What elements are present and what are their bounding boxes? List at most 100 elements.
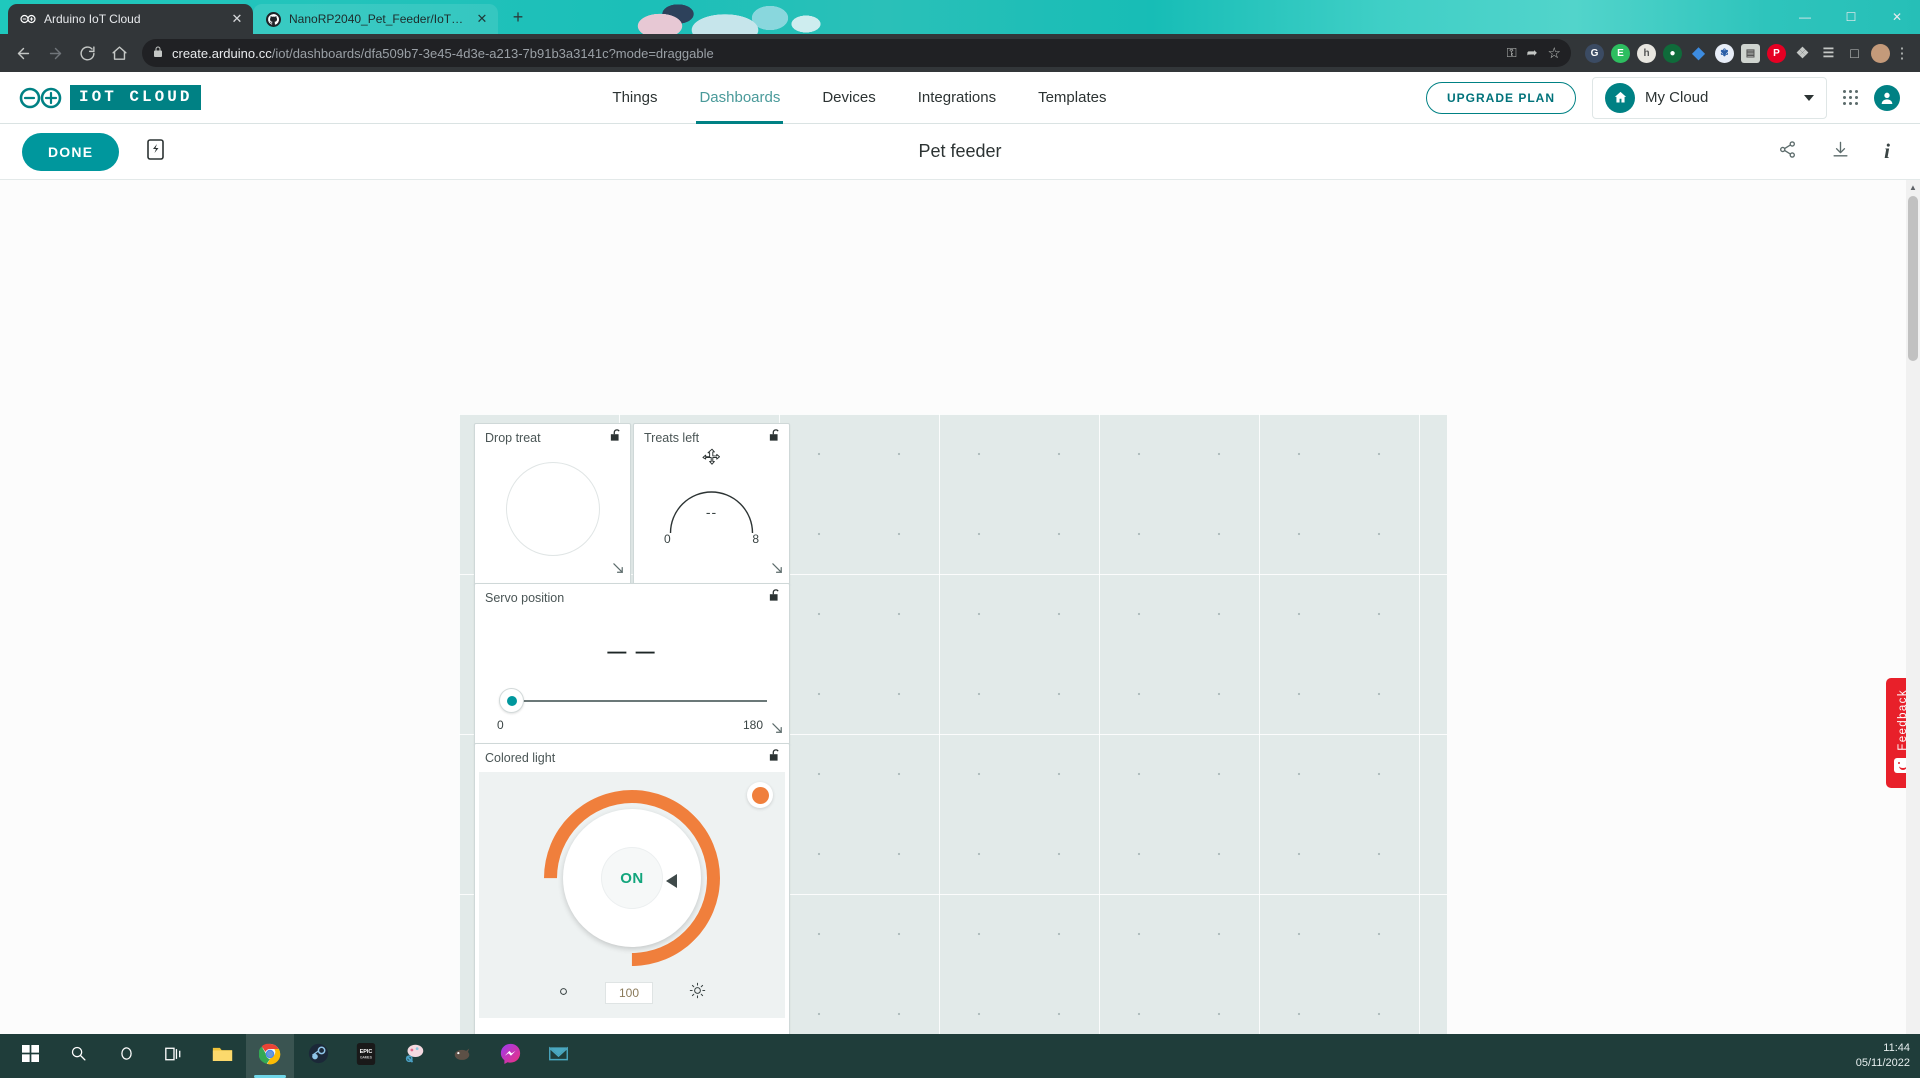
browser-tab-github[interactable]: NanoRP2040_Pet_Feeder/IoTClou ✕ <box>253 4 498 34</box>
color-wheel[interactable]: ON <box>544 790 720 966</box>
messenger-button[interactable] <box>486 1034 534 1078</box>
forward-icon[interactable] <box>40 38 70 68</box>
share-page-icon[interactable]: ➦ <box>1527 45 1538 61</box>
color-wheel-pointer-icon[interactable] <box>666 874 677 888</box>
honey-extension-icon[interactable]: h <box>1637 44 1656 63</box>
widget-colored-light[interactable]: Colored light ON 100 <box>474 743 790 1066</box>
close-icon[interactable]: ✕ <box>229 11 245 27</box>
home-icon[interactable] <box>104 38 134 68</box>
browser-menu-icon[interactable]: ⋮ <box>1892 44 1912 62</box>
bookmark-star-icon[interactable]: ☆ <box>1548 44 1561 62</box>
thunderbird-button[interactable] <box>534 1034 582 1078</box>
mobile-preview-icon[interactable] <box>147 139 164 165</box>
widget-drop-treat[interactable]: Drop treat <box>474 423 631 585</box>
url-bar[interactable]: create.arduino.cc/iot/dashboards/dfa509b… <box>142 39 1571 67</box>
sidebar-toggle-icon[interactable]: □ <box>1845 44 1864 63</box>
cortana-button[interactable] <box>102 1034 150 1078</box>
nav-item-things[interactable]: Things <box>591 72 678 124</box>
green-circle-extension-icon[interactable]: ● <box>1663 44 1682 63</box>
profile-avatar-icon[interactable] <box>1871 44 1890 63</box>
vertical-scrollbar[interactable]: ▲ ▼ <box>1906 180 1920 1078</box>
resize-handle-icon[interactable] <box>612 562 625 580</box>
window-controls: — ☐ ✕ <box>1782 0 1920 34</box>
arduino-logo[interactable]: IOT CLOUD <box>18 85 201 110</box>
widget-title: Drop treat <box>485 431 610 445</box>
unity-button[interactable] <box>438 1034 486 1078</box>
paint-button[interactable] <box>390 1034 438 1078</box>
back-icon[interactable] <box>8 38 38 68</box>
url-actions: ⚿ ➦ ☆ <box>1507 44 1561 62</box>
scroll-up-arrow-icon[interactable]: ▲ <box>1906 180 1920 194</box>
reload-icon[interactable] <box>72 38 102 68</box>
upgrade-plan-button[interactable]: UPGRADE PLAN <box>1426 82 1576 114</box>
widget-servo-position[interactable]: Servo position — — 0 180 <box>474 583 790 745</box>
file-explorer-button[interactable] <box>198 1034 246 1078</box>
nav-item-dashboards[interactable]: Dashboards <box>678 72 801 124</box>
image-extension-icon[interactable]: ▤ <box>1741 44 1760 63</box>
large-brightness-icon[interactable] <box>689 982 706 1004</box>
grammarly-extension-icon[interactable]: G <box>1585 44 1604 63</box>
unlocked-padlock-icon[interactable] <box>769 749 781 767</box>
taskbar-clock[interactable]: 11:44 05/11/2022 <box>1856 1041 1910 1071</box>
brightness-input[interactable]: 100 <box>605 982 653 1004</box>
evernote-extension-icon[interactable]: E <box>1611 44 1630 63</box>
epic-games-button[interactable]: EPICGAMES <box>342 1034 390 1078</box>
reading-list-icon[interactable]: ☰ <box>1819 44 1838 63</box>
minimize-window-button[interactable]: — <box>1782 0 1828 34</box>
toolbar-actions: i <box>1778 139 1920 164</box>
color-picker-control[interactable]: ON 100 <box>479 772 785 1018</box>
steam-button[interactable] <box>294 1034 342 1078</box>
color-wheel-disc[interactable]: ON <box>563 809 701 947</box>
slider-track-row[interactable] <box>499 688 767 714</box>
cloud-selector[interactable]: My Cloud <box>1592 77 1827 119</box>
chevron-down-icon[interactable] <box>1804 95 1814 101</box>
slider-knob[interactable] <box>499 688 524 713</box>
apps-grid-icon[interactable] <box>1843 90 1858 105</box>
paint-icon <box>404 1043 425 1069</box>
slider-value: — — <box>475 642 789 664</box>
slider-control[interactable]: — — 0 180 <box>475 642 789 732</box>
gauge-control[interactable]: -- 0 8 <box>634 452 789 552</box>
tab-strip-theme-artwork <box>620 0 830 34</box>
nav-item-devices[interactable]: Devices <box>801 72 896 124</box>
chrome-button[interactable] <box>246 1034 294 1078</box>
info-icon[interactable]: i <box>1884 139 1890 164</box>
close-icon[interactable]: ✕ <box>474 11 490 27</box>
diamond-extension-icon[interactable]: ◆ <box>1689 44 1708 63</box>
download-icon[interactable] <box>1831 140 1850 164</box>
slider-track[interactable] <box>513 700 767 702</box>
power-toggle-button[interactable]: ON <box>601 847 663 909</box>
color-swatch-indicator[interactable] <box>747 782 773 808</box>
chrome-icon <box>259 1043 281 1070</box>
account-avatar-icon[interactable] <box>1874 85 1900 111</box>
start-button[interactable] <box>6 1034 54 1078</box>
new-tab-button[interactable]: + <box>504 4 532 32</box>
clock-date: 05/11/2022 <box>1856 1056 1910 1071</box>
nav-item-integrations[interactable]: Integrations <box>897 72 1017 124</box>
task-view-button[interactable] <box>150 1034 198 1078</box>
blue-butterfly-extension-icon[interactable]: ✾ <box>1715 44 1734 63</box>
clock-time: 11:44 <box>1856 1041 1910 1056</box>
pinterest-extension-icon[interactable]: P <box>1767 44 1786 63</box>
small-brightness-icon[interactable] <box>558 984 569 1002</box>
puzzle-extensions-icon[interactable]: ❖ <box>1793 44 1812 63</box>
gauge-max-label: 8 <box>752 532 759 546</box>
maximize-window-button[interactable]: ☐ <box>1828 0 1874 34</box>
widget-title: Treats left <box>644 431 769 445</box>
share-icon[interactable] <box>1778 140 1797 164</box>
header-right-cluster: UPGRADE PLAN My Cloud <box>1426 77 1920 119</box>
resize-handle-icon[interactable] <box>771 722 784 740</box>
done-button[interactable]: DONE <box>22 133 119 171</box>
unlocked-padlock-icon[interactable] <box>610 429 622 447</box>
resize-handle-icon[interactable] <box>771 562 784 580</box>
nav-item-templates[interactable]: Templates <box>1017 72 1127 124</box>
unlocked-padlock-icon[interactable] <box>769 429 781 447</box>
password-key-icon[interactable]: ⚿ <box>1507 45 1517 61</box>
scrollbar-thumb[interactable] <box>1908 196 1918 361</box>
search-button[interactable] <box>54 1034 102 1078</box>
browser-tab-arduino[interactable]: Arduino IoT Cloud ✕ <box>8 4 253 34</box>
widget-treats-left[interactable]: Treats left -- 0 8 <box>633 423 790 585</box>
push-button-control[interactable] <box>506 462 600 556</box>
close-window-button[interactable]: ✕ <box>1874 0 1920 34</box>
unlocked-padlock-icon[interactable] <box>769 589 781 607</box>
